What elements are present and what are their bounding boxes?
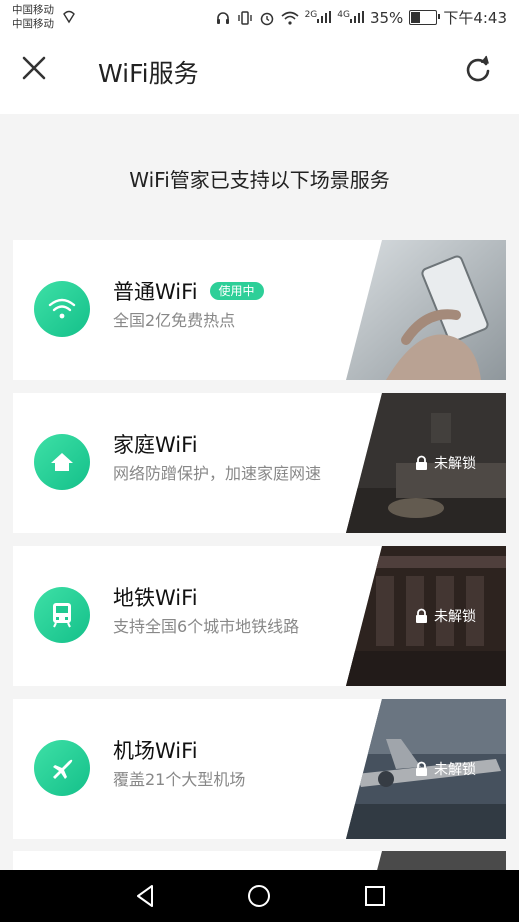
home-icon — [51, 453, 73, 471]
wifi-status-icon — [281, 11, 299, 25]
status-icons: 2G 4G 35% 下午4:43 — [215, 7, 507, 28]
service-card-partial[interactable] — [13, 851, 506, 870]
partial-card-image — [346, 851, 506, 870]
lock-text: 未解锁 — [434, 456, 476, 472]
lock-icon — [416, 608, 427, 623]
in-use-badge: 使用中 — [209, 282, 264, 300]
service-description: 支持全国6个城市地铁线路 — [113, 617, 300, 636]
signal-bars-icon — [317, 10, 332, 23]
carrier-info: 中国移动 中国移动 — [12, 3, 54, 31]
service-description: 网络防蹭保护，加速家庭网速 — [113, 464, 322, 483]
headset-icon — [216, 11, 229, 24]
refresh-icon[interactable] — [461, 52, 495, 86]
battery-percent: 35% — [369, 8, 404, 27]
plane-icon — [53, 759, 73, 779]
home-nav-icon[interactable] — [245, 882, 273, 910]
service-name: 机场WiFi — [113, 735, 198, 765]
service-name-text: 地铁WiFi — [113, 586, 198, 610]
back-icon[interactable] — [132, 882, 160, 910]
signal-2g: 2G — [305, 9, 332, 27]
service-name: 家庭WiFi — [113, 429, 198, 459]
clock: 下午4:43 — [443, 9, 507, 27]
home-icon-circle — [34, 434, 90, 490]
lock-icon — [416, 455, 427, 470]
service-name: 地铁WiFi — [113, 582, 198, 612]
lock-icon — [416, 761, 427, 776]
wifi-icon — [48, 298, 76, 319]
alarm-icon — [260, 12, 273, 25]
service-card-normal-wifi[interactable]: 普通WiFi 使用中 全国2亿免费热点 — [13, 240, 506, 380]
status-bar: 中国移动 中国移动 2G 4G 35% 下午4:43 — [0, 0, 519, 36]
battery-icon — [409, 10, 441, 25]
close-icon[interactable] — [18, 52, 52, 86]
service-description: 覆盖21个大型机场 — [113, 770, 246, 789]
locked-label: 未解锁 — [415, 453, 476, 473]
recents-icon[interactable] — [361, 882, 389, 910]
system-nav-bar — [0, 870, 519, 922]
lock-text: 未解锁 — [434, 609, 476, 625]
vibrate-icon — [237, 10, 252, 25]
service-card-home-wifi[interactable]: 家庭WiFi 网络防蹭保护，加速家庭网速 未解锁 — [13, 393, 506, 533]
service-name-text: 机场WiFi — [113, 739, 198, 763]
locked-label: 未解锁 — [415, 759, 476, 779]
service-card-airport-wifi[interactable]: 机场WiFi 覆盖21个大型机场 未解锁 — [13, 699, 506, 839]
app-bar: WiFi服务 — [0, 36, 519, 114]
carrier-1: 中国移动 — [12, 4, 54, 16]
hd-call-icon — [63, 10, 75, 24]
signal-4g: 4G — [337, 9, 364, 27]
service-name-text: 普通WiFi — [113, 280, 198, 304]
plane-icon-circle — [34, 740, 90, 796]
subway-icon — [53, 603, 71, 628]
service-description: 全国2亿免费热点 — [113, 311, 236, 330]
service-card-subway-wifi[interactable]: 地铁WiFi 支持全国6个城市地铁线路 未解锁 — [13, 546, 506, 686]
lock-text: 未解锁 — [434, 762, 476, 778]
wifi-icon-circle — [34, 281, 90, 337]
page-title: WiFi服务 — [98, 59, 199, 88]
battery-level — [411, 12, 421, 23]
locked-label: 未解锁 — [415, 606, 476, 626]
signal-bars-icon — [349, 10, 364, 23]
section-subtitle: WiFi管家已支持以下场景服务 — [129, 168, 390, 192]
service-name: 普通WiFi 使用中 — [113, 276, 264, 306]
service-name-text: 家庭WiFi — [113, 433, 198, 457]
subway-icon-circle — [34, 587, 90, 643]
phone-in-hand-image — [346, 240, 506, 380]
carrier-2: 中国移动 — [12, 18, 54, 30]
